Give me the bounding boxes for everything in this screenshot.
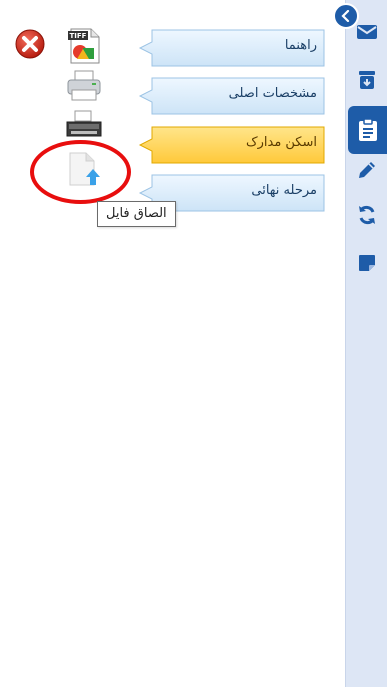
sidebar-collapse-button[interactable] [333, 3, 359, 29]
step-label: راهنما [284, 38, 317, 53]
sidebar-note-button[interactable] [346, 244, 387, 282]
sidebar-archive-button[interactable] [346, 61, 387, 99]
mail-icon [357, 25, 377, 39]
pencil-icon [359, 162, 375, 178]
sidebar-clipboard-button[interactable] [348, 106, 387, 154]
step-tab-scan-documents[interactable]: اسکن مدارک [138, 125, 326, 165]
sync-icon [359, 205, 375, 225]
step-label: مرحله نهائی [251, 183, 317, 198]
annotation-circle [30, 140, 131, 204]
step-tab-guide[interactable]: راهنما [138, 28, 326, 68]
step-label: اسکن مدارک [245, 135, 317, 150]
sidebar-sync-button[interactable] [346, 196, 387, 234]
sidebar-edit-button[interactable] [346, 151, 387, 189]
scanner-icon[interactable] [65, 110, 103, 144]
step-tab-main-info[interactable]: مشخصات اصلی [138, 76, 326, 116]
note-icon [359, 255, 375, 271]
tiff-label: TIFF [70, 32, 87, 40]
close-icon[interactable] [14, 28, 46, 64]
tooltip: الصاق فایل [97, 201, 176, 227]
tiff-file-icon[interactable]: TIFF [65, 27, 103, 69]
step-label: مشخصات اصلی [228, 86, 317, 101]
clipboard-icon [359, 118, 377, 141]
printer-icon[interactable] [66, 70, 102, 106]
chevron-left-icon [341, 10, 350, 22]
side-toolbar [345, 0, 387, 687]
archive-download-icon [359, 71, 375, 89]
